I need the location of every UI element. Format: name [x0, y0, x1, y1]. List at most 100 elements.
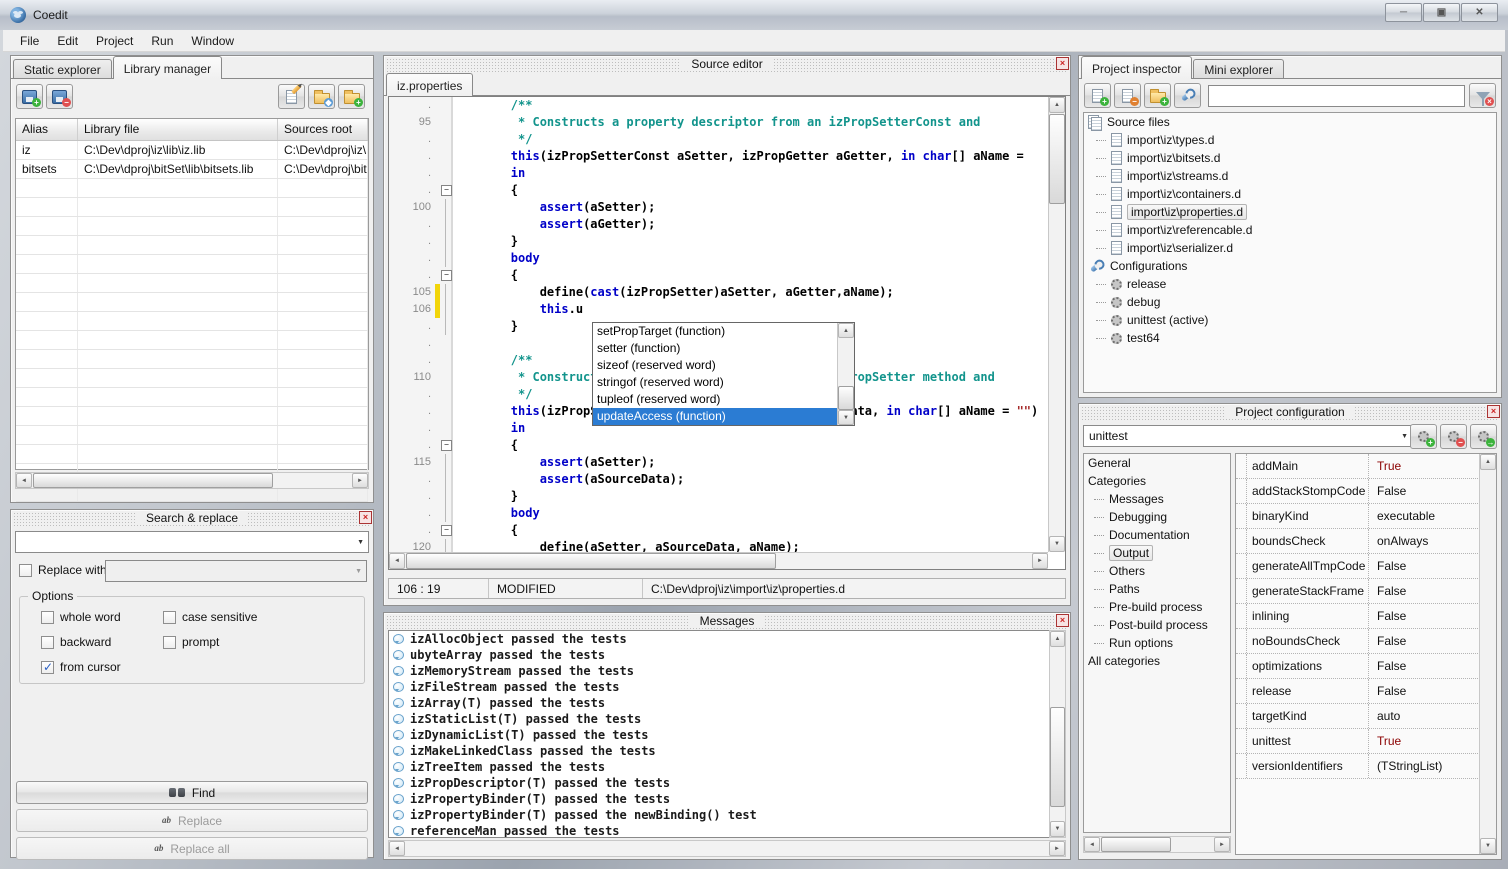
table-row[interactable]: bitsetsC:\Dev\dproj\bitSet\lib\bitsets.l… — [16, 160, 368, 179]
category-item[interactable]: Pre-build process — [1084, 598, 1230, 616]
checkbox-case-sensitive[interactable] — [163, 611, 176, 624]
tree-item[interactable]: import\iz\containers.d — [1084, 185, 1496, 203]
close-panel-icon[interactable]: × — [1487, 405, 1500, 418]
add-library-button[interactable]: + — [16, 84, 43, 109]
editor-hscrollbar[interactable]: ◄ ► — [389, 552, 1048, 569]
property-row[interactable]: addStackStompCodeFalse — [1236, 479, 1496, 504]
tree-group-files[interactable]: Source files — [1084, 113, 1496, 131]
scroll-left-arrow[interactable]: ◄ — [1084, 837, 1100, 852]
tab-iz-properties[interactable]: iz.properties — [386, 73, 473, 96]
code-line[interactable]: . } — [389, 233, 1048, 250]
menu-project[interactable]: Project — [87, 32, 142, 50]
property-value[interactable]: True — [1369, 454, 1496, 478]
code-line[interactable]: . } — [389, 488, 1048, 505]
property-value[interactable]: False — [1369, 654, 1496, 678]
code-line[interactable]: . assert(aGetter); — [389, 216, 1048, 233]
remove-library-button[interactable]: − — [46, 84, 73, 109]
scroll-up-arrow[interactable]: ▲ — [838, 323, 854, 338]
property-row[interactable]: optimizationsFalse — [1236, 654, 1496, 679]
scroll-down-arrow[interactable]: ▼ — [1050, 821, 1065, 837]
completion-scrollbar[interactable]: ▲ ▼ — [837, 323, 854, 425]
tree-item[interactable]: import\iz\bitsets.d — [1084, 149, 1496, 167]
replace-with-checkbox[interactable] — [19, 564, 32, 577]
close-panel-icon[interactable]: × — [1056, 57, 1069, 70]
tree-item[interactable]: import\iz\streams.d — [1084, 167, 1496, 185]
remove-file-button[interactable]: − — [1114, 83, 1141, 108]
property-value[interactable]: (TStringList) — [1369, 754, 1496, 778]
add-folder-button[interactable]: + — [1144, 83, 1171, 108]
add-file-button[interactable]: + — [1084, 83, 1111, 108]
message-item[interactable]: izPropDescriptor(T) passed the tests — [389, 775, 1065, 791]
code-line[interactable]: 105 define(cast(izPropSetter)aSetter, aG… — [389, 284, 1048, 301]
property-value[interactable]: False — [1369, 679, 1496, 703]
column-header[interactable]: Alias — [16, 119, 78, 140]
chevron-down-icon[interactable]: ▼ — [1401, 426, 1408, 446]
tree-group-wrench[interactable]: Configurations — [1084, 257, 1496, 275]
property-value[interactable]: False — [1369, 479, 1496, 503]
replace-all-button[interactable]: ab Replace all — [16, 837, 368, 860]
scroll-right-arrow[interactable]: ► — [1032, 553, 1048, 569]
replace-button[interactable]: ab Replace — [16, 809, 368, 832]
message-item[interactable]: izPropertyBinder(T) passed the newBindin… — [389, 807, 1065, 823]
category-item[interactable]: Others — [1084, 562, 1230, 580]
checkbox-prompt[interactable] — [163, 636, 176, 649]
completion-item[interactable]: stringof (reserved word) — [593, 374, 837, 391]
property-row[interactable]: generateStackFrameFalse — [1236, 579, 1496, 604]
property-row[interactable]: unittestTrue — [1236, 729, 1496, 754]
tree-item[interactable]: debug — [1084, 293, 1496, 311]
scroll-down-arrow[interactable]: ▼ — [838, 410, 854, 425]
tree-item[interactable]: import\iz\types.d — [1084, 131, 1496, 149]
code-line[interactable]: . { — [389, 437, 1048, 454]
minimize-button[interactable]: ─ — [1385, 3, 1422, 22]
property-row[interactable]: boundsCheckonAlways — [1236, 529, 1496, 554]
property-value[interactable]: False — [1369, 604, 1496, 628]
property-value[interactable]: True — [1369, 729, 1496, 753]
property-value[interactable]: auto — [1369, 704, 1496, 728]
property-row[interactable]: binaryKindexecutable — [1236, 504, 1496, 529]
fold-marker-icon[interactable] — [440, 267, 453, 284]
category-item[interactable]: Output — [1084, 544, 1230, 562]
replace-with-combo[interactable]: ▼ — [105, 560, 367, 582]
maximize-button[interactable]: ▣ — [1423, 3, 1460, 22]
scroll-down-arrow[interactable]: ▼ — [1049, 536, 1065, 552]
edit-alias-button[interactable] — [278, 84, 305, 109]
code-line[interactable]: . { — [389, 522, 1048, 539]
scroll-down-arrow[interactable]: ▼ — [1480, 838, 1496, 854]
tree-item[interactable]: release — [1084, 275, 1496, 293]
tree-item[interactable]: import\iz\properties.d — [1084, 203, 1496, 221]
code-line[interactable]: 106 this.u — [389, 301, 1048, 318]
tab-project-inspector[interactable]: Project inspector — [1081, 56, 1192, 79]
scroll-right-arrow[interactable]: ► — [1214, 837, 1230, 852]
message-item[interactable]: ubyteArray passed the tests — [389, 647, 1065, 663]
message-item[interactable]: izDynamicList(T) passed the tests — [389, 727, 1065, 743]
menu-edit[interactable]: Edit — [48, 32, 87, 50]
code-line[interactable]: . body — [389, 250, 1048, 267]
search-term-combo[interactable]: ▼ — [15, 531, 369, 553]
editor-vscrollbar[interactable]: ▲ ▼ — [1048, 97, 1065, 552]
property-row[interactable]: targetKindauto — [1236, 704, 1496, 729]
completion-item[interactable]: updateAccess (function) — [593, 408, 837, 425]
tree-item[interactable]: unittest (active) — [1084, 311, 1496, 329]
close-button[interactable]: ✕ — [1461, 3, 1498, 22]
message-item[interactable]: izFileStream passed the tests — [389, 679, 1065, 695]
fold-marker-icon[interactable] — [440, 182, 453, 199]
category-item[interactable]: Paths — [1084, 580, 1230, 598]
code-line[interactable]: . */ — [389, 131, 1048, 148]
library-hscrollbar[interactable]: ◄ ► — [15, 472, 369, 489]
code-line[interactable]: 100 assert(aSetter); — [389, 199, 1048, 216]
code-line[interactable]: . /** — [389, 97, 1048, 114]
checkbox-from-cursor[interactable] — [41, 661, 54, 674]
property-vscrollbar[interactable]: ▲ ▼ — [1479, 454, 1496, 854]
column-header[interactable]: Library file — [78, 119, 278, 140]
close-panel-icon[interactable]: × — [1056, 614, 1069, 627]
message-item[interactable]: izAllocObject passed the tests — [389, 631, 1065, 647]
scroll-left-arrow[interactable]: ◄ — [16, 473, 32, 488]
remove-configuration-button[interactable]: − — [1440, 424, 1467, 449]
configuration-combo[interactable]: unittest ▼ — [1083, 425, 1413, 447]
message-item[interactable]: izStaticList(T) passed the tests — [389, 711, 1065, 727]
close-panel-icon[interactable]: × — [359, 511, 372, 524]
property-value[interactable]: False — [1369, 629, 1496, 653]
scroll-up-arrow[interactable]: ▲ — [1480, 454, 1496, 470]
checkbox-whole-word[interactable] — [41, 611, 54, 624]
scroll-left-arrow[interactable]: ◄ — [389, 553, 405, 569]
